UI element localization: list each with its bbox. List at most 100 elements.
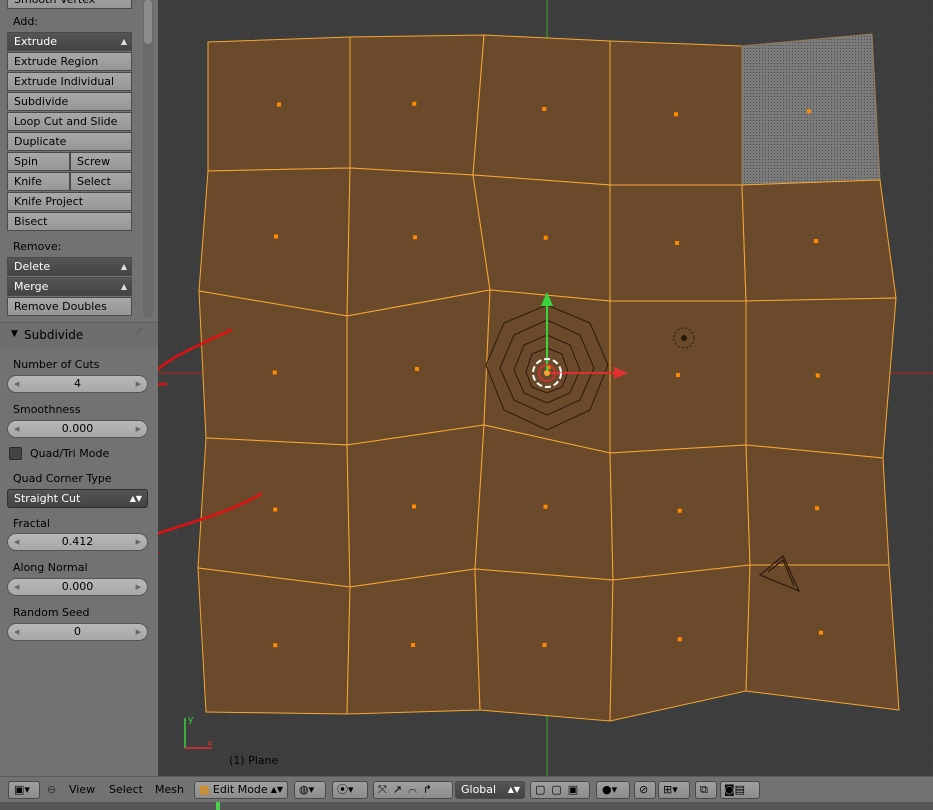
snap-toggle[interactable]: ⊘ [634,781,656,799]
face-center-dot[interactable] [543,235,548,240]
increment-arrow-icon[interactable]: ▶ [136,579,141,595]
increment-arrow-icon[interactable]: ▶ [136,624,141,640]
face-center-dot[interactable] [542,643,547,647]
menu-view[interactable]: View [69,783,95,796]
remove-doubles-button[interactable]: Remove Doubles [7,297,132,316]
decrement-arrow-icon[interactable]: ◀ [14,421,19,437]
face-center-dot[interactable] [815,373,820,378]
subdivide-button[interactable]: Subdivide [7,92,132,111]
face-center-dot[interactable] [273,507,278,512]
merge-dropdown[interactable]: Merge ▲ [7,277,132,296]
face-center-dot[interactable] [815,506,819,511]
select-button[interactable]: Select [70,172,132,191]
mesh-face[interactable] [349,34,485,176]
increment-arrow-icon[interactable]: ▶ [136,534,141,550]
extrude-dropdown[interactable]: Extrude ▲ [7,32,132,51]
manipulator-buttons[interactable]: ⤧↗⌒↱ [373,781,453,799]
loop-cut-button[interactable]: Loop Cut and Slide [7,112,132,131]
decrement-arrow-icon[interactable]: ◀ [14,376,19,392]
face-center-dot[interactable] [543,504,548,509]
face-center-dot[interactable] [814,239,818,243]
spin-button[interactable]: Spin [7,152,70,171]
face-center-dot[interactable] [676,373,680,377]
editor-type-button[interactable]: ▣▾ [8,781,40,799]
face-center-dot[interactable] [412,504,416,509]
viewport-shading-select[interactable]: ◍▾ [294,781,326,799]
face-center-dot[interactable] [674,112,678,117]
viewport-header: ▣▾ ⊖ View Select Mesh ▦ Edit Mode ▲▼ ◍▾ ⦿… [0,776,933,803]
face-center-dot[interactable] [675,241,679,245]
pivot-point-select[interactable]: ⦿▾ [332,781,368,799]
proportional-icon: ●▾ [602,783,618,796]
face-center-dot[interactable] [413,235,417,240]
mesh-face[interactable] [346,568,481,715]
face-center-dot[interactable] [807,109,811,114]
mesh-face[interactable] [198,167,351,317]
orientation-select[interactable]: Global ▲▼ [455,781,525,799]
select-mode-buttons[interactable]: ▢▢▣ [530,781,590,799]
decrement-arrow-icon[interactable]: ◀ [14,579,19,595]
duplicate-button[interactable]: Duplicate [7,132,132,151]
scrollbar-thumb[interactable] [144,0,152,44]
random-seed-label: Random Seed [13,606,90,619]
mesh-face[interactable] [745,297,897,459]
operator-panel-header[interactable]: ▼ Subdivide ⁄⁄ [0,322,158,347]
render-buttons[interactable]: ◙▤ [720,781,760,799]
fractal-field[interactable]: ◀ 0.412 ▶ [7,533,148,551]
face-center-dot[interactable] [412,101,417,106]
mesh-face[interactable] [472,34,611,186]
face-center-dot[interactable] [411,643,415,647]
menu-select[interactable]: Select [109,783,143,796]
mesh-face[interactable] [745,564,900,711]
drag-grip-icon[interactable]: ⁄⁄ [137,327,140,338]
face-center-dot[interactable] [677,637,682,642]
mesh-face[interactable] [472,174,611,302]
occlude-toggle[interactable]: ⧉ [695,781,717,799]
face-center-dot[interactable] [677,508,682,513]
face-center-dot[interactable] [272,370,277,375]
face-center-dot[interactable] [542,107,547,111]
mode-select[interactable]: ▦ Edit Mode ▲▼ [194,781,288,799]
decrement-arrow-icon[interactable]: ◀ [14,624,19,640]
toolshelf-scrollbar[interactable] [143,0,153,318]
updown-icon: ▲▼ [129,494,142,503]
mesh-face[interactable] [198,290,348,446]
magnet-icon: ⊘ [639,783,649,796]
3d-viewport[interactable]: y x (1) Plane [158,0,933,776]
menu-mesh[interactable]: Mesh [155,783,184,796]
along-normal-field[interactable]: ◀ 0.000 ▶ [7,578,148,596]
quad-corner-select[interactable]: Straight Cut ▲▼ [7,489,148,508]
snap-element-select[interactable]: ⊞▾ [658,781,690,799]
face-center-dot[interactable] [277,102,281,107]
screw-button[interactable]: Screw [70,152,132,171]
add-label: Add: [13,15,39,28]
subdivided-plane-mesh[interactable] [197,33,900,722]
mesh-face[interactable] [197,567,351,715]
proportional-edit-select[interactable]: ●▾ [596,781,630,799]
face-center-dot[interactable] [273,643,278,648]
quad-tri-checkbox[interactable] [9,447,22,460]
decrement-arrow-icon[interactable]: ◀ [14,534,19,550]
delete-dropdown[interactable]: Delete ▲ [7,257,132,276]
bisect-button[interactable]: Bisect [7,212,132,231]
face-center-dot[interactable] [819,630,823,635]
delete-label: Delete [14,260,51,273]
face-center-dot[interactable] [415,367,419,371]
extrude-region-button[interactable]: Extrude Region [7,52,132,71]
extrude-individual-button[interactable]: Extrude Individual [7,72,132,91]
increment-arrow-icon[interactable]: ▶ [136,421,141,437]
mesh-face[interactable] [741,179,897,302]
collapse-menu-icon[interactable]: ⊖ [47,783,56,796]
number-of-cuts-value: 4 [74,377,81,390]
fractal-value: 0.412 [61,535,94,548]
knife-button[interactable]: Knife [7,172,70,191]
increment-arrow-icon[interactable]: ▶ [136,376,141,392]
number-of-cuts-field[interactable]: ◀ 4 ▶ [7,375,148,393]
smoothness-field[interactable]: ◀ 0.000 ▶ [7,420,148,438]
smooth-vertex-button[interactable]: Smooth Vertex [7,0,132,9]
mesh-face[interactable] [745,444,890,566]
random-seed-field[interactable]: ◀ 0 ▶ [7,623,148,641]
face-center-dot[interactable] [274,234,278,239]
knife-project-button[interactable]: Knife Project [7,192,132,211]
current-frame-marker[interactable] [216,802,220,810]
